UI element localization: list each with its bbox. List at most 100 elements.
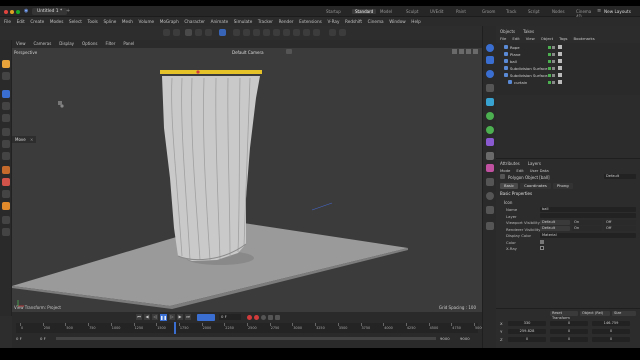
magnet-tool-icon[interactable]: [2, 190, 10, 198]
tag-icon[interactable]: [558, 66, 562, 70]
tab-takes[interactable]: Takes: [523, 29, 534, 34]
menu-create[interactable]: Create: [30, 17, 44, 26]
menu-redshift[interactable]: Redshift: [345, 17, 362, 26]
tag-icon[interactable]: [558, 59, 562, 63]
menu-render[interactable]: Render: [279, 17, 294, 26]
attribute-off[interactable]: Off: [604, 226, 636, 231]
object-name[interactable]: Subdivision Surface: [510, 66, 547, 71]
viewport-menu-panel[interactable]: Panel: [123, 40, 134, 48]
coord-value[interactable]: 259.828: [508, 329, 546, 334]
objects-menu-view[interactable]: View: [526, 36, 535, 41]
coord-header-0[interactable]: Reset Transform: [550, 311, 578, 320]
spline-object-icon[interactable]: [486, 56, 494, 64]
prev-key-icon[interactable]: ◀: [144, 314, 150, 320]
attributes-menu-mode[interactable]: Mode: [500, 168, 510, 173]
visibility-render-icon[interactable]: [552, 45, 555, 49]
go-to-end-icon[interactable]: ⏭: [185, 314, 191, 320]
paint-tool-icon[interactable]: [2, 202, 10, 210]
material-icon[interactable]: [486, 164, 494, 172]
texture-icon[interactable]: [313, 29, 320, 36]
annotation-tool-icon[interactable]: [2, 228, 10, 236]
menu-select[interactable]: Select: [69, 17, 82, 26]
render-view-icon[interactable]: [219, 29, 226, 36]
measure-tool-icon[interactable]: [2, 216, 10, 224]
attribute-value[interactable]: [540, 213, 636, 218]
tag-icon[interactable]: [558, 80, 562, 84]
menu-simulate[interactable]: Simulate: [234, 17, 253, 26]
minimize-window-icon[interactable]: [10, 9, 14, 14]
position-key-icon[interactable]: [275, 314, 280, 320]
next-key-icon[interactable]: ▶: [177, 314, 183, 320]
menu-extensions[interactable]: Extensions: [299, 17, 322, 26]
color-swatch[interactable]: [540, 239, 544, 244]
visibility-render-icon[interactable]: [552, 80, 555, 84]
visibility-render-icon[interactable]: [552, 66, 555, 70]
tab-layers[interactable]: Layers: [528, 161, 541, 166]
cube-icon[interactable]: [233, 29, 240, 36]
objects-menu-edit[interactable]: Edit: [512, 36, 519, 41]
timeline-current-field[interactable]: 0 F: [40, 336, 46, 341]
attribute-on[interactable]: On: [572, 219, 602, 225]
menu-tools[interactable]: Tools: [88, 17, 98, 26]
xray-checkbox[interactable]: [540, 246, 544, 250]
effector-icon[interactable]: [486, 138, 494, 146]
menu-help[interactable]: Help: [411, 17, 421, 26]
object-name[interactable]: ball: [510, 59, 517, 64]
coord-value[interactable]: 0: [550, 321, 588, 326]
coord-value[interactable]: 330: [508, 321, 546, 326]
viewport-menu-cameras[interactable]: Cameras: [34, 40, 52, 48]
visibility-editor-icon[interactable]: [548, 66, 551, 70]
visibility-editor-icon[interactable]: [548, 59, 551, 63]
lock-icon[interactable]: [486, 222, 494, 230]
menu-file[interactable]: File: [4, 17, 11, 26]
menu-volume[interactable]: Volume: [139, 17, 155, 26]
layout-tab-model[interactable]: Model: [380, 9, 392, 14]
tag-icon[interactable]: [558, 52, 562, 56]
subtab-phong[interactable]: Phong: [552, 182, 573, 189]
next-frame-icon[interactable]: ▷: [169, 314, 175, 320]
menu-cinema[interactable]: Cinema: [368, 17, 384, 26]
tab-attributes[interactable]: Attributes: [500, 161, 520, 166]
model-mode-icon[interactable]: [2, 60, 10, 68]
layout-tab-groom[interactable]: Groom: [482, 9, 495, 14]
menu-window[interactable]: Window: [389, 17, 406, 26]
object-name[interactable]: Rope: [510, 45, 520, 50]
timeline-start-field[interactable]: 0 F: [16, 336, 22, 341]
undo-icon[interactable]: [163, 29, 170, 36]
layout-tab-sculpt[interactable]: Sculpt: [406, 9, 419, 14]
key-options-icon[interactable]: [268, 314, 273, 320]
workplane-icon[interactable]: [339, 29, 346, 36]
floor-icon[interactable]: [283, 29, 290, 36]
layout-tab-track[interactable]: Track: [506, 9, 516, 14]
tag-icon[interactable]: [558, 45, 562, 49]
object-row[interactable]: Rope: [496, 44, 640, 50]
mograph-icon[interactable]: [486, 112, 494, 120]
timeline-ruler[interactable]: 0 250 500 750 1000 1250 1500 1750 2000 2250 2500 27…: [16, 323, 484, 333]
go-to-start-icon[interactable]: ⏮: [136, 314, 142, 320]
objects-menu-bookmarks[interactable]: Bookmarks: [574, 36, 595, 41]
objects-menu-file[interactable]: File: [500, 36, 506, 41]
attribute-on[interactable]: On: [572, 226, 602, 231]
object-name[interactable]: Plane: [510, 52, 520, 57]
current-frame-field[interactable]: 0 F: [219, 314, 241, 320]
tag-icon[interactable]: [558, 73, 562, 77]
autokey-icon[interactable]: [254, 314, 259, 320]
objects-menu-tags[interactable]: Tags: [559, 36, 567, 41]
spline-pen-icon[interactable]: [243, 29, 250, 36]
objects-menu-object[interactable]: Object: [541, 36, 553, 41]
new-layouts-button[interactable]: New Layouts: [604, 9, 631, 14]
tooltip-close-icon[interactable]: ×: [30, 137, 33, 142]
pause-icon[interactable]: ❚❚: [160, 313, 167, 321]
menu-animate[interactable]: Animate: [211, 17, 229, 26]
layout-tab-uvedit[interactable]: UVEdit: [430, 9, 443, 14]
coord-value[interactable]: 0: [550, 329, 588, 334]
document-tab[interactable]: Untitled 1 *: [32, 8, 68, 15]
attributes-menu-edit[interactable]: Edit: [516, 168, 523, 173]
subdivision-icon[interactable]: [253, 29, 260, 36]
light-icon[interactable]: [303, 29, 310, 36]
texture-mode-icon[interactable]: [2, 72, 10, 80]
preset-select[interactable]: Default: [604, 174, 636, 179]
coord-value[interactable]: 0: [592, 329, 630, 334]
layout-tab-nodes[interactable]: Nodes: [552, 9, 565, 14]
move-tool-icon[interactable]: [2, 90, 10, 98]
